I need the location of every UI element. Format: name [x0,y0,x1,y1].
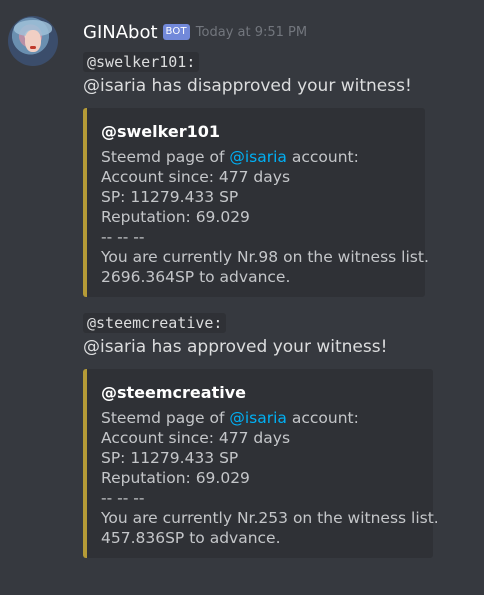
embed-account-since: Account since: 477 days [101,168,291,186]
embed-rank: You are currently Nr.98 on the witness l… [101,248,429,266]
message-text: @isaria has disapproved your witness! [83,76,412,96]
embed-reputation: Reputation: 69.029 [101,208,250,226]
avatar[interactable] [8,16,58,66]
embed-rank: You are currently Nr.253 on the witness … [101,509,439,527]
embed-sp: SP: 11279.433 SP [101,449,239,467]
bot-tag: BOT [162,24,190,40]
embed-advance: 457.836SP to advance. [101,529,281,547]
embed-title[interactable]: @swelker101 [101,122,220,141]
embed-separator: -- -- -- [101,489,145,507]
avatar-lip [30,46,36,49]
message-text: @isaria has approved your witness! [83,337,388,357]
mention-line: @swelker101: [83,52,200,72]
username[interactable]: GINAbot [83,22,158,43]
embed-steemd-suffix: account: [286,148,359,166]
embed-sp: SP: 11279.433 SP [101,188,239,206]
embed-separator: -- -- -- [101,228,145,246]
embed-account-since: Account since: 477 days [101,429,291,447]
embed-reputation: Reputation: 69.029 [101,469,250,487]
embed: @swelker101 Steemd page of @isaria accou… [83,108,429,297]
mention-line: @steemcreative: [83,313,227,333]
embed-steemd-link[interactable]: @isaria [229,148,287,166]
embed-steemd-prefix: Steemd page of [101,148,230,166]
embed-steemd-prefix: Steemd page of [101,409,230,427]
embed-steemd-line: Steemd page of @isaria account: [101,148,359,166]
embed: @steemcreative Steemd page of @isaria ac… [83,369,439,558]
embed-steemd-line: Steemd page of @isaria account: [101,409,359,427]
embed-title[interactable]: @steemcreative [101,383,246,402]
mention-code: @swelker101: [83,52,200,72]
message-header: GINAbot BOT Today at 9:51 PM [83,20,307,44]
embed-advance: 2696.364SP to advance. [101,268,291,286]
embed-steemd-link[interactable]: @isaria [229,409,287,427]
embed-steemd-suffix: account: [286,409,359,427]
timestamp: Today at 9:51 PM [195,24,308,40]
mention-code: @steemcreative: [83,313,227,333]
